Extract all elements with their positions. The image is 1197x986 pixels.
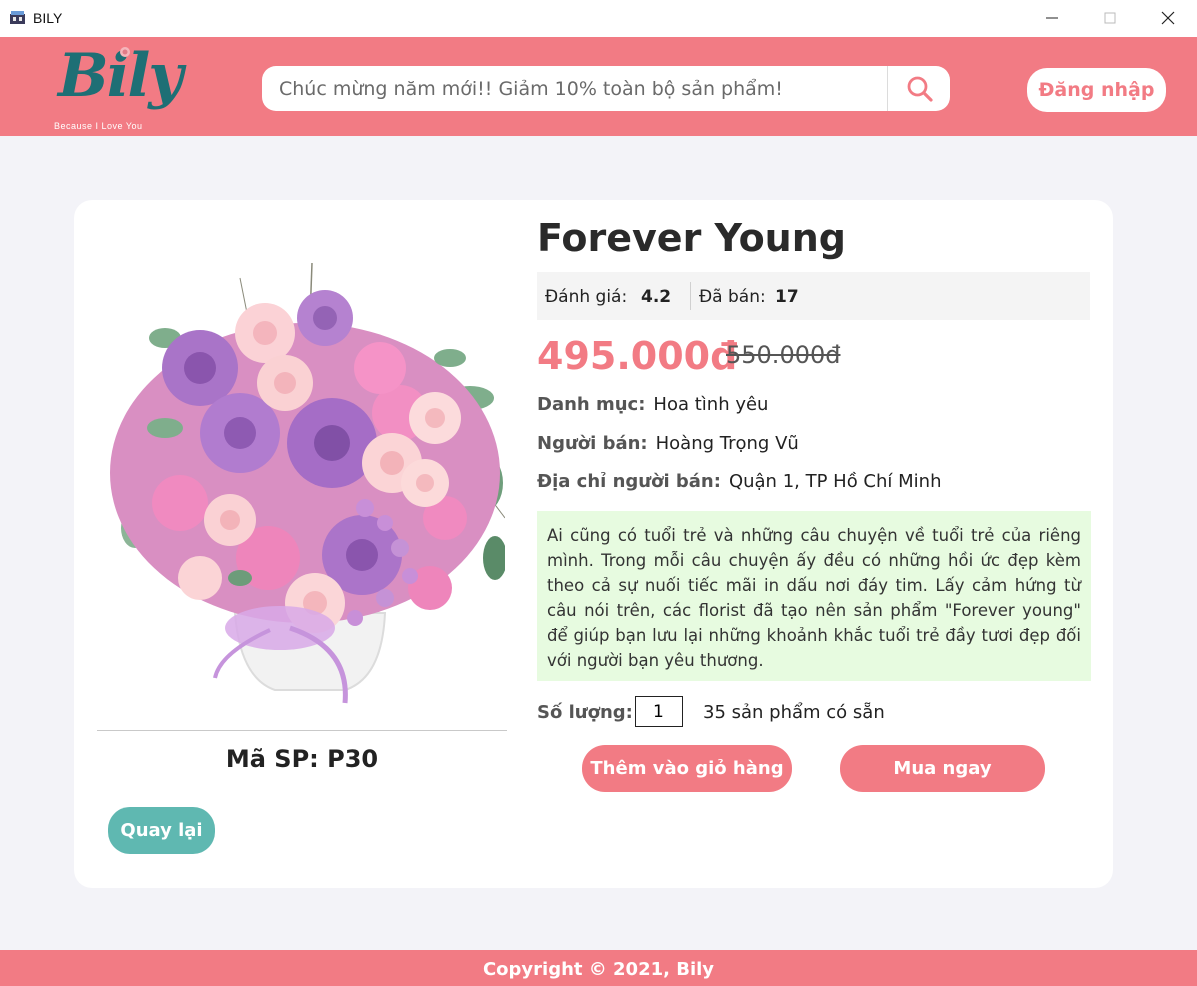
back-button[interactable]: Quay lại	[108, 807, 215, 854]
seller-row: Người bán: Hoàng Trọng Vũ	[537, 433, 799, 454]
seller-address-label: Địa chỉ người bán:	[537, 471, 721, 492]
search-input[interactable]	[262, 66, 887, 111]
product-card: Mã SP: P30 Quay lại Forever Young Đánh g…	[74, 200, 1113, 888]
product-stats: Đánh giá: 4.2 Đã bán: 17	[537, 272, 1090, 320]
buy-now-button[interactable]: Mua ngay	[840, 745, 1045, 792]
seller-address-value: Quận 1, TP Hồ Chí Minh	[728, 471, 942, 492]
search-button[interactable]	[887, 66, 950, 111]
site-header: Bily Because I Love You Đăng nhập	[0, 37, 1197, 136]
sold-label: Đã bán:	[699, 287, 766, 307]
minimize-icon	[1046, 17, 1058, 19]
login-button[interactable]: Đăng nhập	[1027, 68, 1166, 112]
category-label: Danh mục:	[537, 394, 646, 415]
logo-flower-icon	[120, 47, 130, 57]
search-icon	[907, 76, 933, 102]
product-sku: Mã SP: P30	[225, 745, 379, 773]
product-title: Forever Young	[537, 216, 846, 260]
site-footer: Copyright © 2021, Bily	[0, 950, 1197, 986]
original-price: 550.000đ	[726, 341, 841, 369]
add-to-cart-button[interactable]: Thêm vào giỏ hàng	[582, 745, 792, 792]
maximize-button[interactable]	[1087, 0, 1133, 37]
image-divider	[97, 730, 507, 731]
rating-value: 4.2	[641, 287, 672, 307]
brand-logo[interactable]: Bily Because I Love You	[52, 41, 202, 133]
quantity-input[interactable]	[635, 696, 683, 727]
product-description: Ai cũng có tuổi trẻ và những câu chuyện …	[537, 511, 1091, 681]
sold-value: 17	[775, 287, 799, 307]
current-price: 495.000đ	[537, 334, 738, 378]
stats-divider	[690, 282, 691, 310]
close-button[interactable]	[1145, 0, 1191, 37]
minimize-button[interactable]	[1029, 0, 1075, 37]
copyright-text: Copyright © 2021, Bily	[482, 959, 715, 980]
search-bar	[262, 66, 950, 111]
stock-text: 35 sản phẩm có sẵn	[703, 702, 885, 723]
maximize-icon	[1104, 12, 1116, 24]
flower-shop-icon	[10, 11, 25, 24]
seller-value: Hoàng Trọng Vũ	[655, 433, 799, 454]
seller-label: Người bán:	[537, 433, 648, 454]
quantity-label: Số lượng:	[537, 702, 633, 723]
rating-label: Đánh giá:	[545, 287, 628, 307]
window-title: BILY	[33, 10, 63, 26]
product-image	[110, 262, 505, 704]
seller-address-row: Địa chỉ người bán: Quận 1, TP Hồ Chí Minh	[537, 471, 941, 492]
logo-tagline: Because I Love You	[54, 121, 143, 131]
category-row: Danh mục: Hoa tình yêu	[537, 394, 768, 415]
close-icon	[1161, 11, 1175, 25]
window-title-bar: BILY	[0, 0, 1197, 37]
category-value: Hoa tình yêu	[653, 394, 769, 415]
